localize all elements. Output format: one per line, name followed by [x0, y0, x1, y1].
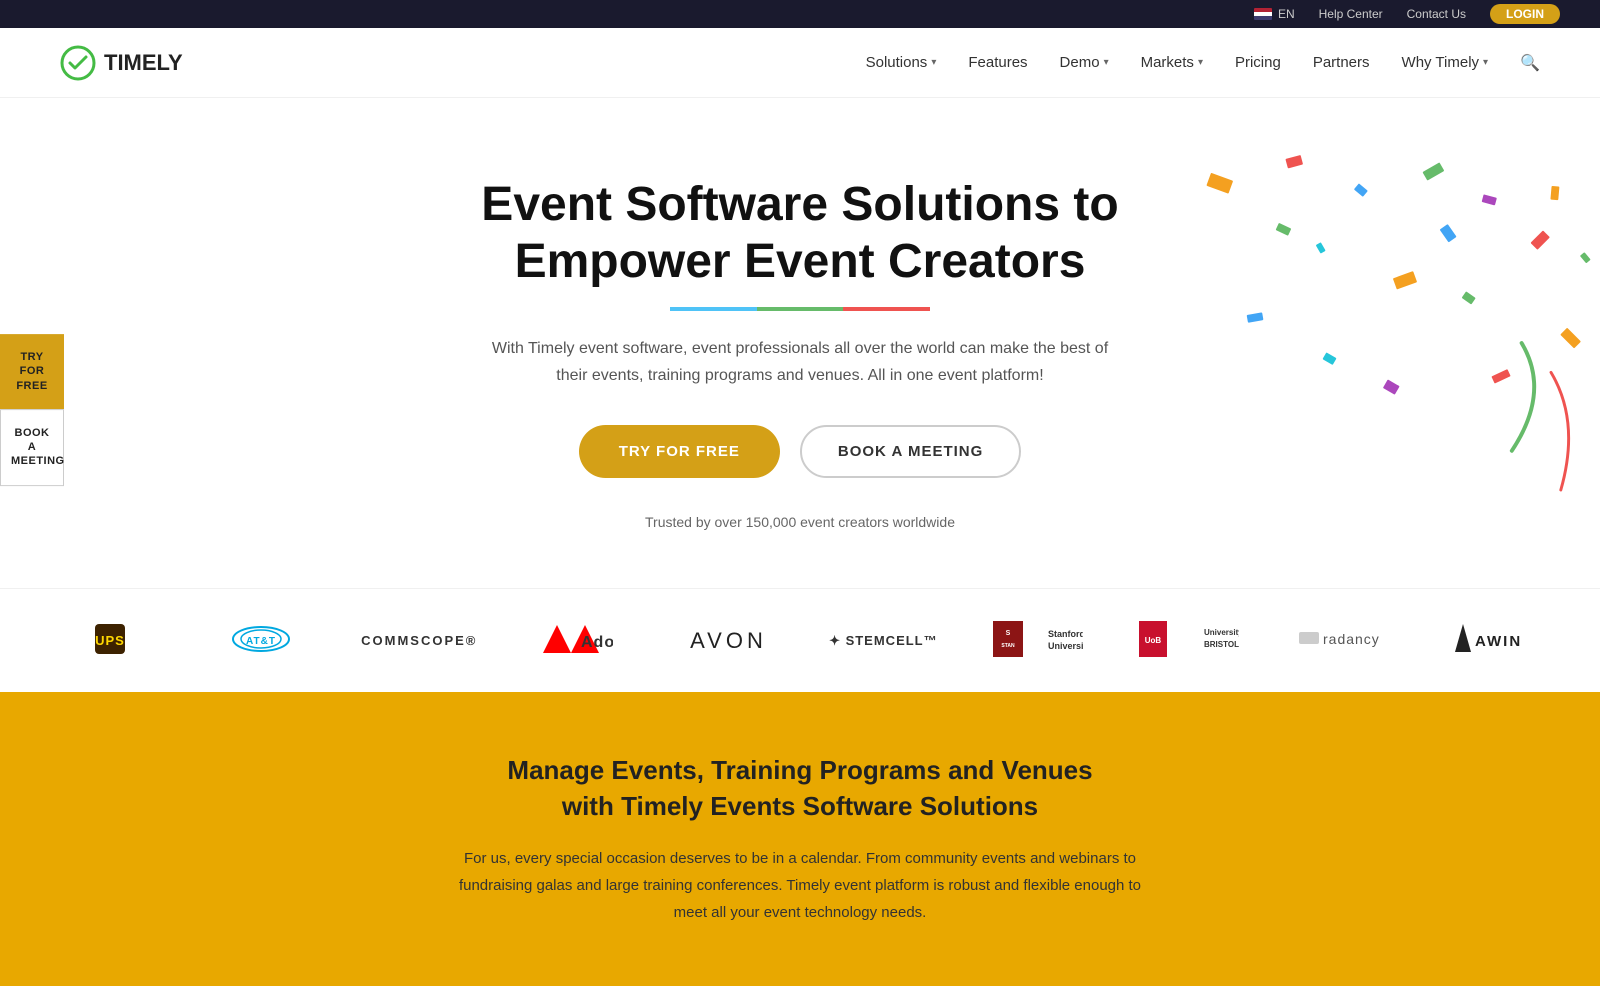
brand-logo-stanford-text: S STAN Stanford University — [993, 621, 1083, 660]
nav-label-partners: Partners — [1313, 54, 1370, 71]
nav-label-demo: Demo — [1060, 54, 1100, 71]
nav-label-pricing: Pricing — [1235, 54, 1281, 71]
nav-links: Solutions ▾ Features Demo ▾ Markets ▾ Pr… — [866, 53, 1540, 73]
hero-title: Event Software Solutions to Empower Even… — [481, 176, 1118, 291]
brand-logo-ups: UPS — [60, 619, 160, 662]
brand-logo-stemcell-text: ✦ STEMCELL™ — [829, 633, 938, 649]
contact-us-link[interactable]: Contact Us — [1407, 7, 1466, 21]
nav-item-features[interactable]: Features — [968, 54, 1027, 71]
hero-section: Event Software Solutions to Empower Even… — [0, 98, 1600, 588]
brand-logo-commscope: COMMSCOPE® — [361, 633, 477, 648]
nav-item-partners[interactable]: Partners — [1313, 54, 1370, 71]
svg-text:Adobe: Adobe — [581, 634, 613, 651]
top-bar: EN Help Center Contact Us LOGIN — [0, 0, 1600, 28]
side-book-meeting-button[interactable]: BOOK A MEETING — [0, 409, 64, 486]
nav-search[interactable]: 🔍 — [1520, 53, 1540, 73]
nav-item-pricing[interactable]: Pricing — [1235, 54, 1281, 71]
navbar: TIMELY Solutions ▾ Features Demo ▾ Marke… — [0, 28, 1600, 98]
nav-item-demo[interactable]: Demo ▾ — [1060, 54, 1109, 71]
hero-description: With Timely event software, event profes… — [490, 335, 1110, 389]
chevron-down-icon: ▾ — [1483, 57, 1488, 68]
brand-logo-avon-text: AVON — [690, 628, 767, 654]
nav-item-solutions[interactable]: Solutions ▾ — [866, 54, 937, 71]
radancy-logo-icon: radancy — [1299, 624, 1379, 652]
yellow-section: Manage Events, Training Programs and Ven… — [0, 692, 1600, 986]
stanford-logo-icon: S STAN Stanford University — [993, 621, 1083, 657]
awin-logo-icon: AWIN — [1455, 624, 1525, 652]
nav-link-demo[interactable]: Demo ▾ — [1060, 54, 1109, 71]
book-meeting-button[interactable]: BOOK A MEETING — [800, 425, 1021, 478]
brand-logo-radancy: radancy — [1289, 624, 1389, 657]
logo-icon — [60, 45, 96, 81]
chevron-down-icon: ▾ — [931, 57, 936, 68]
brand-logo-commscope-text: COMMSCOPE® — [361, 633, 477, 648]
logo-link[interactable]: TIMELY — [60, 45, 183, 81]
svg-text:University: University — [1048, 641, 1083, 651]
brand-logo-awin: AWIN — [1440, 624, 1540, 657]
underline-green — [757, 307, 844, 311]
nav-label-markets: Markets — [1141, 54, 1194, 71]
logo-text: TIMELY — [104, 50, 183, 76]
svg-text:Stanford: Stanford — [1048, 629, 1083, 639]
att-logo-icon: AT&T — [231, 624, 291, 654]
brand-logo-adobe-text: Adobe — [543, 625, 613, 656]
svg-text:University of: University of — [1204, 628, 1239, 637]
logos-bar: UPS AT&T COMMSCOPE® Adobe AVON ✦ STEMCEL… — [0, 588, 1600, 692]
language-selector[interactable]: EN — [1254, 7, 1295, 21]
nav-label-features: Features — [968, 54, 1027, 71]
help-center-link[interactable]: Help Center — [1319, 7, 1383, 21]
brand-logo-ups-text: UPS — [90, 619, 130, 662]
svg-text:UoB: UoB — [1145, 636, 1162, 645]
brand-logo-stanford: S STAN Stanford University — [988, 621, 1088, 660]
language-label: EN — [1278, 7, 1295, 21]
brand-logo-avon: AVON — [679, 628, 779, 654]
nav-link-why-timely[interactable]: Why Timely ▾ — [1402, 54, 1489, 71]
nav-link-markets[interactable]: Markets ▾ — [1141, 54, 1203, 71]
hero-buttons: TRY FOR FREE BOOK A MEETING — [579, 425, 1022, 478]
side-buttons-container: TRY FOR FREE BOOK A MEETING — [0, 334, 64, 486]
try-for-free-button[interactable]: TRY FOR FREE — [579, 425, 780, 478]
chevron-down-icon: ▾ — [1198, 57, 1203, 68]
trusted-text: Trusted by over 150,000 event creators w… — [645, 514, 955, 530]
yellow-section-title: Manage Events, Training Programs and Ven… — [200, 752, 1400, 825]
svg-text:AWIN: AWIN — [1475, 633, 1522, 650]
ups-logo-icon: UPS — [90, 619, 130, 659]
brand-logo-bristol: UoB University of BRISTOL — [1139, 621, 1239, 660]
brand-logo-adobe: Adobe — [528, 625, 628, 656]
svg-text:STAN: STAN — [1002, 643, 1016, 649]
svg-text:S: S — [1006, 630, 1011, 637]
svg-text:radancy: radancy — [1323, 631, 1379, 647]
search-icon[interactable]: 🔍 — [1520, 55, 1540, 72]
login-button[interactable]: LOGIN — [1490, 4, 1560, 24]
flag-icon — [1254, 8, 1272, 20]
underline-blue — [670, 307, 757, 311]
underline-red — [843, 307, 930, 311]
hero-underline — [670, 307, 930, 311]
bristol-logo-icon: UoB University of BRISTOL — [1139, 621, 1239, 657]
brand-logo-radancy-text: radancy — [1299, 624, 1379, 657]
brand-logo-stemcell: ✦ STEMCELL™ — [829, 633, 938, 649]
yellow-section-description: For us, every special occasion deserves … — [450, 845, 1150, 926]
svg-text:BRISTOL: BRISTOL — [1204, 640, 1239, 649]
adobe-logo-icon: Adobe — [543, 625, 613, 653]
brand-logo-awin-text: AWIN — [1455, 624, 1525, 657]
nav-link-partners[interactable]: Partners — [1313, 54, 1370, 71]
nav-link-pricing[interactable]: Pricing — [1235, 54, 1281, 71]
svg-text:AT&T: AT&T — [246, 636, 276, 647]
nav-label-solutions: Solutions — [866, 54, 928, 71]
brand-logo-att-text: AT&T — [231, 624, 291, 657]
brand-logo-att: AT&T — [211, 624, 311, 657]
nav-label-why-timely: Why Timely — [1402, 54, 1480, 71]
nav-link-features[interactable]: Features — [968, 54, 1027, 71]
chevron-down-icon: ▾ — [1104, 57, 1109, 68]
nav-item-why-timely[interactable]: Why Timely ▾ — [1402, 54, 1489, 71]
brand-logo-bristol-text: UoB University of BRISTOL — [1139, 621, 1239, 660]
side-try-free-button[interactable]: TRY FOR FREE — [0, 334, 64, 409]
nav-link-solutions[interactable]: Solutions ▾ — [866, 54, 937, 71]
confetti-decoration — [1200, 98, 1600, 588]
svg-text:UPS: UPS — [95, 633, 125, 648]
nav-item-markets[interactable]: Markets ▾ — [1141, 54, 1203, 71]
